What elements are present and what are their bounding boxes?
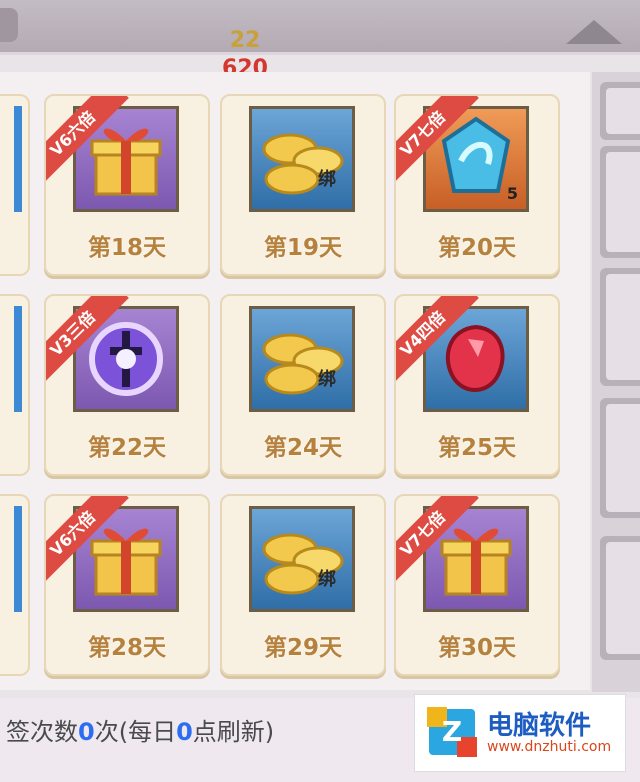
gold-ingot-icon	[252, 509, 352, 609]
gold-ingot-icon	[252, 109, 352, 209]
side-tab-5[interactable]	[600, 536, 640, 660]
watermark-logo: Z 电脑软件 www.dnzhuti.com	[414, 694, 626, 772]
side-tab-3[interactable]	[600, 268, 640, 386]
reward-card[interactable]: V7七倍 第30天	[394, 494, 560, 676]
side-tab-2[interactable]	[600, 146, 640, 258]
side-tab-1[interactable]	[600, 82, 640, 140]
dnzhuti-logo-icon: Z	[427, 707, 477, 757]
reward-card[interactable]: 绑第29天	[220, 494, 386, 676]
reward-card[interactable]: V6六倍 第18天	[44, 94, 210, 276]
day-label: 第25天	[437, 435, 516, 461]
svg-text:Z: Z	[442, 715, 462, 748]
reward-card[interactable]: 5 V7七倍 第20天	[394, 94, 560, 276]
reward-icon-box: 绑	[249, 506, 355, 612]
bound-tag: 绑	[318, 369, 336, 390]
counter-top: 22	[229, 28, 261, 53]
watermark-name: 电脑软件	[487, 711, 592, 741]
reward-card[interactable]: V6六倍 第28天	[44, 494, 210, 676]
bound-tag: 绑	[318, 169, 336, 190]
item-quantity: 5	[506, 184, 518, 203]
day-label: 第22天	[87, 435, 166, 461]
day-label: 第18天	[87, 235, 166, 261]
watermark-url: www.dnzhuti.com	[487, 739, 612, 755]
day-label: 第20天	[437, 235, 516, 261]
checkin-count-text: 签次数0次(每日0点刷新)	[6, 718, 275, 746]
right-side-panel	[592, 72, 640, 692]
day-label: 第19天	[263, 235, 342, 261]
reward-card[interactable]: V4四倍 第25天	[394, 294, 560, 476]
reward-card[interactable]: 绑第19天	[220, 94, 386, 276]
top-bar	[0, 0, 640, 55]
reward-card[interactable]: 绑第24天	[220, 294, 386, 476]
gold-ingot-icon	[252, 309, 352, 409]
bound-tag: 绑	[318, 569, 336, 590]
reward-icon-box: 绑	[249, 106, 355, 212]
reward-icon-box: 绑	[249, 306, 355, 412]
day-label: 第29天	[263, 635, 342, 661]
day-label: 第24天	[263, 435, 342, 461]
partial-card-left-1[interactable]	[0, 94, 30, 276]
back-button[interactable]	[0, 8, 18, 42]
partial-card-left-2[interactable]	[0, 294, 30, 476]
day-label: 第28天	[87, 635, 166, 661]
day-label: 第30天	[437, 635, 516, 661]
reward-card[interactable]: V3三倍 第22天	[44, 294, 210, 476]
partial-card-left-3[interactable]	[0, 494, 30, 676]
side-tab-4[interactable]	[600, 398, 640, 518]
collapse-triangle-icon[interactable]	[566, 20, 622, 44]
